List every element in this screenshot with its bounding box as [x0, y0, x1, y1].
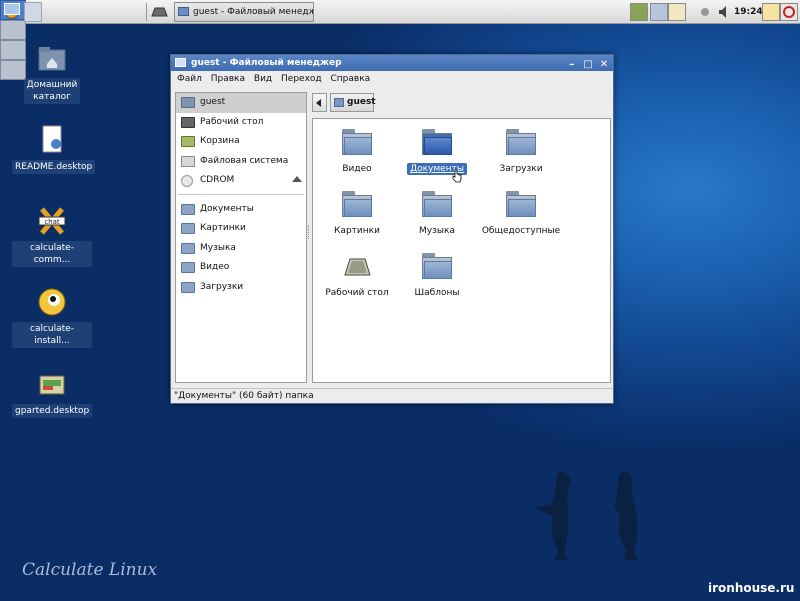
folder-icon [506, 129, 536, 155]
top-panel: guest - Файловый менеджер 19:24 [0, 0, 800, 80]
cdrom-icon [181, 175, 193, 187]
home-folder-icon [36, 42, 68, 74]
document-icon [36, 124, 68, 156]
menubar: Файл Правка Вид Переход Справка [171, 71, 613, 88]
menu-go[interactable]: Переход [281, 74, 322, 84]
sidebar-item-cdrom[interactable]: CDROM [176, 171, 306, 191]
sidebar-item-video[interactable]: Видео [176, 258, 306, 278]
folder-icon [181, 281, 195, 293]
file-item-documents[interactable]: Документы [396, 129, 478, 175]
menu-edit[interactable]: Правка [211, 74, 245, 84]
window-icon [175, 58, 186, 67]
desktop-icon-readme[interactable]: README.desktop [12, 124, 96, 174]
folder-icon [181, 223, 195, 234]
eject-icon[interactable] [292, 176, 302, 182]
desktop-icon [342, 253, 372, 279]
folder-icon [181, 242, 195, 254]
folder-icon [178, 7, 189, 16]
sidebar-item-downloads[interactable]: Загрузки [176, 278, 306, 298]
desktop-icon-calculate-install[interactable]: calculate-install... [12, 286, 92, 348]
calculate-linux-logo: Calculate Linux [22, 560, 158, 580]
file-item-music[interactable]: Музыка [396, 191, 478, 236]
gparted-icon [36, 368, 68, 400]
path-back-button[interactable] [312, 93, 327, 112]
penguin-silhouette-icon [534, 472, 571, 560]
close-button[interactable]: ✕ [598, 59, 610, 71]
volume-icon[interactable] [716, 3, 734, 21]
menu-help[interactable]: Справка [331, 74, 371, 84]
menu-file[interactable]: Файл [177, 74, 202, 84]
update-icon[interactable] [696, 3, 714, 21]
home-folder-icon [181, 97, 195, 108]
file-manager-window: guest - Файловый менеджер – □ ✕ Файл Пра… [170, 54, 614, 404]
network-icon[interactable] [650, 3, 668, 21]
trash-icon [181, 136, 195, 147]
show-desktop-icon[interactable] [148, 2, 170, 22]
minimize-button[interactable]: – [566, 59, 578, 71]
left-arrow-icon [316, 99, 321, 107]
desktop-icon-calculate-comm[interactable]: chat calculate-comm... [12, 205, 92, 267]
desktop-icon-gparted[interactable]: gparted.desktop [12, 368, 93, 418]
sidebar-separator [178, 193, 304, 195]
file-item-public[interactable]: Общедоступные [480, 191, 562, 236]
clock[interactable]: 19:24 [734, 0, 763, 24]
file-item-templates[interactable]: Шаблоны [396, 253, 478, 298]
sidebar-item-trash[interactable]: Корзина [176, 132, 306, 152]
home-launcher-icon[interactable] [24, 2, 42, 22]
folder-icon [422, 191, 452, 217]
svg-text:chat: chat [44, 218, 60, 226]
status-bar: "Документы" (60 байт) папка [171, 388, 613, 402]
folder-icon [342, 191, 372, 217]
workspace-2[interactable] [0, 20, 26, 40]
folder-icon [422, 253, 452, 279]
folder-icon [422, 129, 452, 155]
folder-icon [181, 203, 195, 215]
taskbar-file-manager[interactable]: guest - Файловый менеджер [174, 2, 314, 22]
notes-icon[interactable] [762, 3, 780, 21]
pane-resize-handle[interactable] [308, 225, 311, 239]
desktop-icon [181, 116, 195, 128]
sidebar-item-pictures[interactable]: Картинки [176, 219, 306, 239]
sidebar-item-filesystem[interactable]: Файловая система [176, 152, 306, 172]
sidebar-item-documents[interactable]: Документы [176, 200, 306, 220]
logout-icon[interactable] [780, 3, 798, 21]
sidebar-item-music[interactable]: Музыка [176, 239, 306, 259]
sidebar: guest Рабочий стол Корзина Файловая сист… [175, 92, 307, 383]
chat-icon: chat [36, 205, 68, 237]
desktop-icon-home[interactable]: Домашний каталог [12, 42, 92, 104]
file-item-desktop[interactable]: Рабочий стол [316, 253, 398, 298]
installer-icon [36, 286, 68, 318]
folder-icon [181, 262, 195, 273]
folder-icon [506, 191, 536, 217]
maximize-button[interactable]: □ [582, 59, 594, 71]
clipboard-icon[interactable] [668, 3, 686, 21]
hand-cursor-icon [452, 169, 462, 183]
sidebar-item-desktop[interactable]: Рабочий стол [176, 113, 306, 133]
sidebar-item-home[interactable]: guest [176, 93, 306, 113]
menu-view[interactable]: Вид [254, 74, 272, 84]
file-item-downloads[interactable]: Загрузки [480, 129, 562, 174]
drive-icon [181, 155, 195, 167]
penguin-silhouette-icon [614, 472, 638, 560]
window-title: guest - Файловый менеджер [191, 58, 342, 68]
home-folder-icon [334, 98, 344, 107]
file-item-video[interactable]: Видео [316, 129, 398, 174]
path-crumb-guest[interactable]: guest [330, 93, 376, 112]
file-view: Видео Документы Загрузки Картинки Музыка… [312, 118, 611, 383]
folder-icon [342, 129, 372, 155]
watermark: ironhouse.ru [708, 581, 795, 595]
file-item-pictures[interactable]: Картинки [316, 191, 398, 236]
tray-app-icon[interactable] [630, 3, 648, 21]
window-titlebar[interactable]: guest - Файловый менеджер – □ ✕ [171, 55, 613, 71]
